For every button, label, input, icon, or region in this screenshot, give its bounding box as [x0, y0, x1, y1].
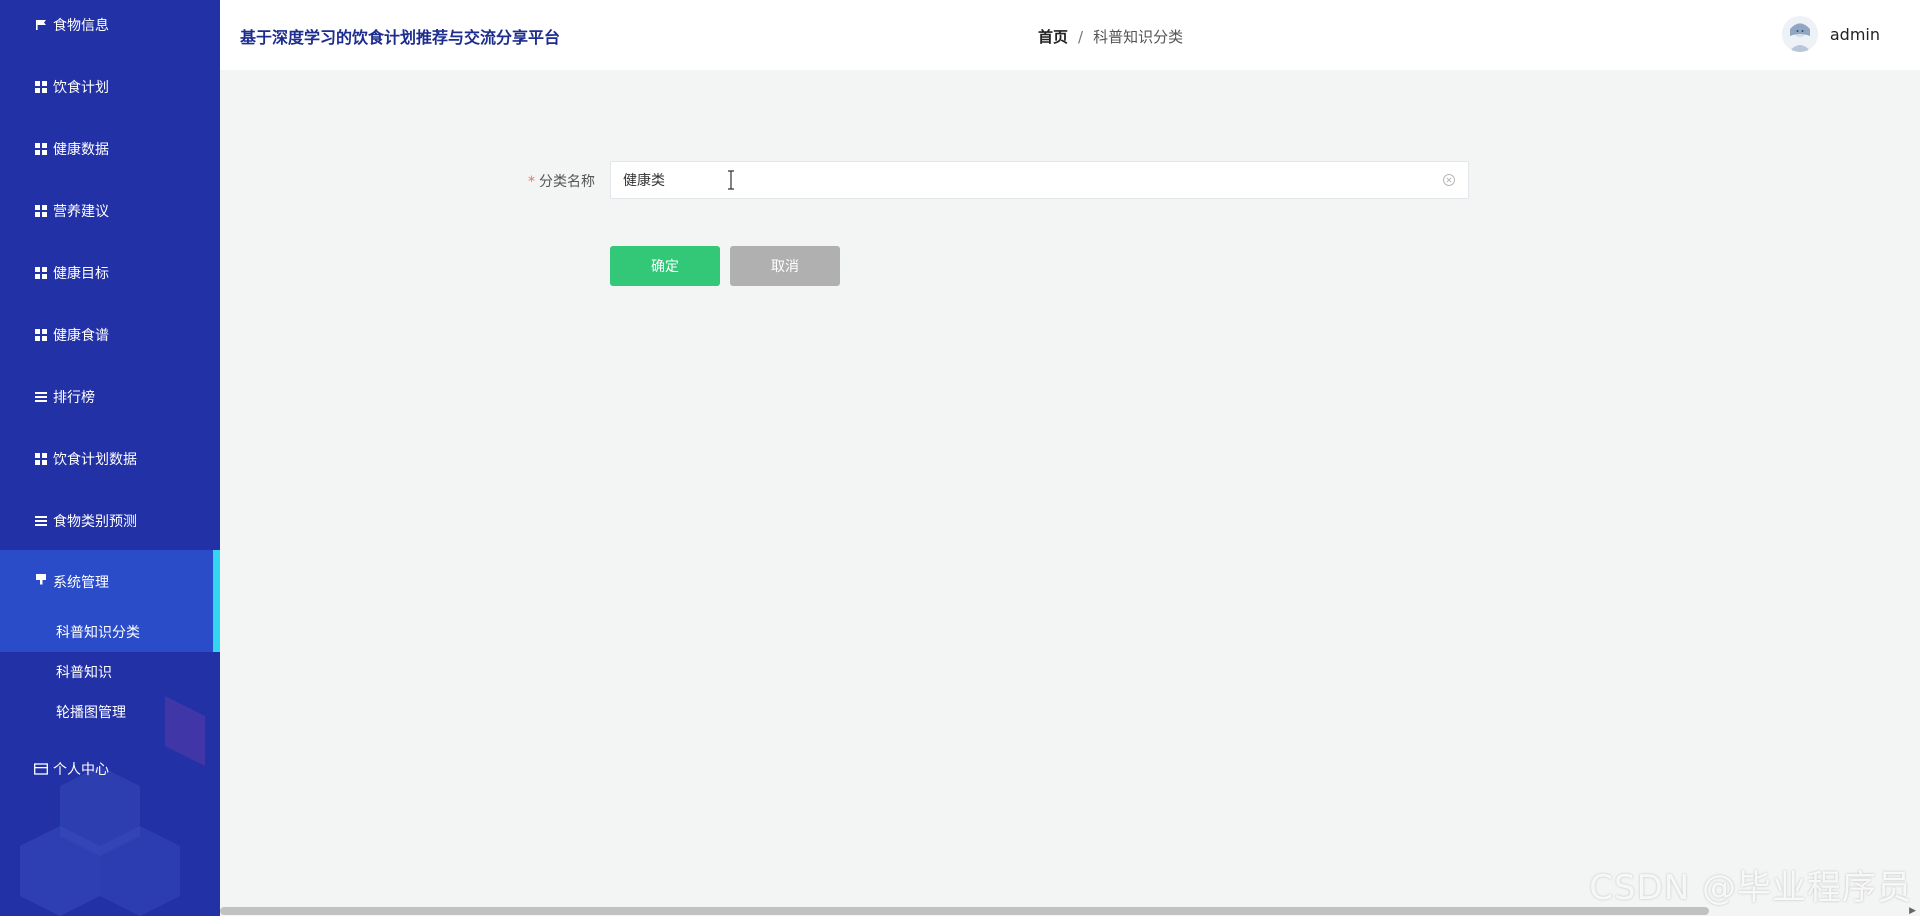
sidebar-item-label: 健康食谱	[53, 328, 109, 344]
required-mark: *	[528, 174, 535, 190]
cancel-button[interactable]: 取消	[730, 246, 840, 286]
confirm-button[interactable]: 确定	[610, 246, 720, 286]
sidebar-item-health-recipe[interactable]: 健康食谱	[0, 304, 220, 366]
breadcrumb-current: 科普知识分类	[1093, 28, 1184, 46]
grid-icon	[34, 204, 48, 218]
sidebar-item-label: 系统管理	[53, 575, 109, 591]
text-cursor-icon	[728, 170, 734, 190]
grid-icon	[34, 142, 48, 156]
sidebar: 食物信息 饮食计划 健康数据 营养建议 健康目标 健康食谱 排行榜 饮食计划数据…	[0, 0, 220, 916]
sidebar-item-label: 个人中心	[53, 762, 109, 778]
category-name-field[interactable]	[610, 161, 1469, 199]
sidebar-subitem-carousel-management[interactable]: 轮播图管理	[0, 692, 213, 732]
sidebar-item-food-prediction[interactable]: 食物类别预测	[0, 490, 220, 552]
sidebar-item-diet-plan-data[interactable]: 饮食计划数据	[0, 428, 220, 490]
sidebar-item-diet-plan[interactable]: 饮食计划	[0, 56, 220, 118]
horizontal-scrollbar-thumb[interactable]	[220, 907, 1709, 915]
sidebar-item-label: 健康数据	[53, 142, 109, 158]
grid-icon	[34, 80, 48, 94]
sidebar-item-health-goal[interactable]: 健康目标	[0, 242, 220, 304]
card-icon	[34, 762, 48, 776]
breadcrumb-separator: /	[1078, 27, 1084, 46]
grid-icon	[34, 328, 48, 342]
app-title: 基于深度学习的饮食计划推荐与交流分享平台	[240, 28, 561, 47]
clear-icon[interactable]	[1442, 173, 1456, 187]
list-icon	[34, 514, 48, 528]
sidebar-item-ranking[interactable]: 排行榜	[0, 366, 220, 428]
sidebar-item-nutrition-advice[interactable]: 营养建议	[0, 180, 220, 242]
sidebar-item-label: 食物类别预测	[53, 514, 137, 530]
category-name-label: * 分类名称	[528, 171, 595, 191]
sidebar-item-label: 健康目标	[53, 266, 109, 282]
sidebar-subitem-science-knowledge[interactable]: 科普知识	[0, 652, 213, 692]
active-indicator	[213, 550, 220, 652]
list-icon	[34, 390, 48, 404]
category-name-input[interactable]	[623, 172, 1423, 188]
sidebar-item-food-info[interactable]: 食物信息	[0, 0, 220, 56]
sidebar-item-label: 营养建议	[53, 204, 109, 220]
breadcrumb: 首页 / 科普知识分类	[1038, 26, 1183, 47]
top-header: 基于深度学习的饮食计划推荐与交流分享平台 首页 / 科普知识分类 admin	[220, 0, 1920, 70]
sidebar-subitem-label: 轮播图管理	[56, 705, 126, 721]
username: admin	[1829, 24, 1880, 44]
grid-icon	[34, 452, 48, 466]
sidebar-subitem-science-category[interactable]: 科普知识分类	[0, 612, 213, 652]
sidebar-item-label: 饮食计划	[53, 80, 109, 96]
sidebar-item-personal-center[interactable]: 个人中心	[0, 738, 220, 800]
sidebar-subitem-label: 科普知识	[56, 665, 112, 681]
sidebar-item-health-data[interactable]: 健康数据	[0, 118, 220, 180]
flag-icon	[34, 18, 48, 32]
settings-icon	[34, 572, 48, 586]
breadcrumb-home[interactable]: 首页	[1038, 26, 1068, 47]
grid-icon	[34, 266, 48, 280]
sidebar-subitem-label: 科普知识分类	[56, 625, 140, 641]
sidebar-item-label: 食物信息	[53, 18, 109, 34]
category-name-label-text: 分类名称	[539, 174, 595, 190]
avatar-icon	[1781, 16, 1818, 52]
sidebar-item-label: 排行榜	[53, 390, 95, 406]
user-menu[interactable]: admin	[1781, 16, 1880, 52]
sidebar-item-label: 饮食计划数据	[53, 452, 137, 468]
watermark: CSDN @毕业程序员	[1589, 868, 1912, 908]
